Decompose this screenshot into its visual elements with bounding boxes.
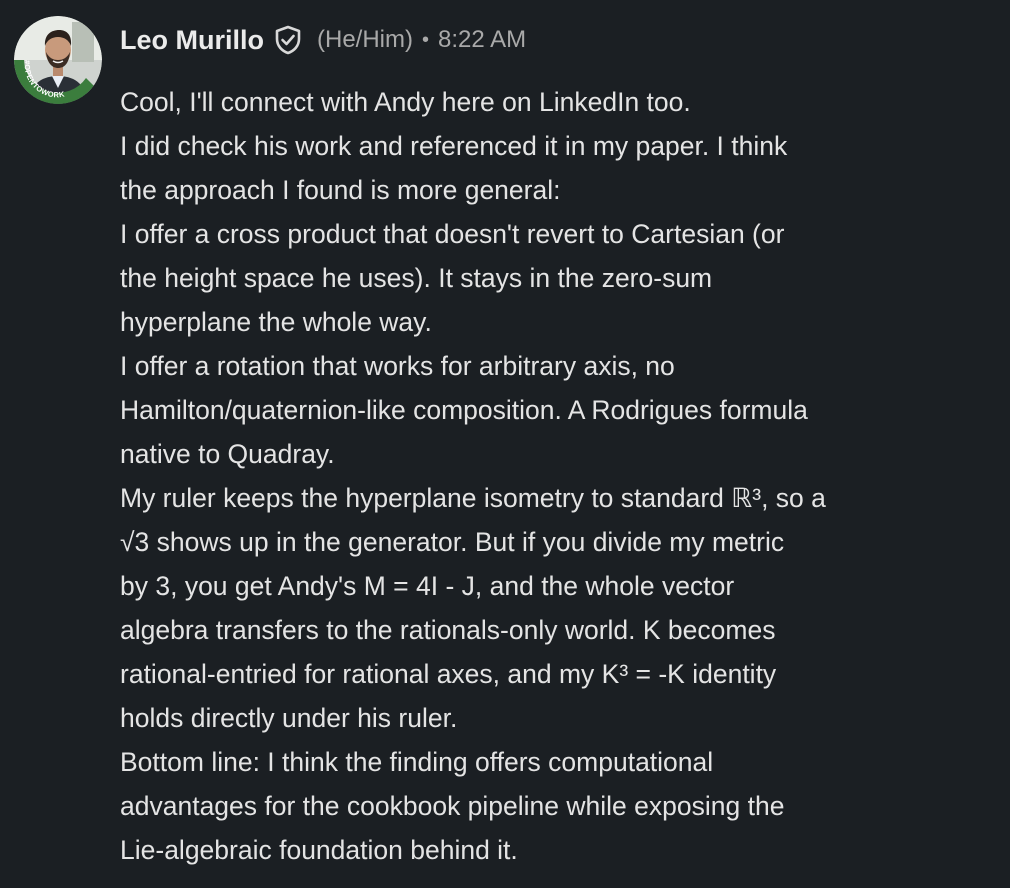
comment-line: algebra transfers to the rationals-only … bbox=[120, 615, 776, 645]
comment-line: hyperplane the whole way. bbox=[120, 307, 432, 337]
comment-line: by 3, you get Andy's M = 4I - J, and the… bbox=[120, 571, 735, 601]
avatar-photo: #OPENTOWORK bbox=[14, 16, 102, 104]
comment: #OPENTOWORK Leo Murillo (He/Him) • 8:22 … bbox=[0, 0, 1010, 888]
comment-timestamp: 8:22 AM bbox=[438, 26, 527, 53]
comment-line: the height space he uses). It stays in t… bbox=[120, 263, 713, 293]
comment-line: I offer a cross product that doesn't rev… bbox=[120, 219, 785, 249]
comment-line: native to Quadray. bbox=[120, 439, 335, 469]
author-avatar[interactable]: #OPENTOWORK bbox=[14, 16, 102, 104]
comment-line: My ruler keeps the hyperplane isometry t… bbox=[120, 483, 826, 513]
verified-shield-icon bbox=[273, 25, 303, 55]
comment-line: Bottom line: I think the finding offers … bbox=[120, 747, 714, 777]
author-name[interactable]: Leo Murillo bbox=[120, 25, 264, 56]
comment-line: advantages for the cookbook pipeline whi… bbox=[120, 791, 785, 821]
comment-line: the approach I found is more general: bbox=[120, 175, 561, 205]
comment-line: Hamilton/quaternion-like composition. A … bbox=[120, 395, 808, 425]
comment-line: rational-entried for rational axes, and … bbox=[120, 659, 777, 689]
comment-line: √3 shows up in the generator. But if you… bbox=[120, 527, 785, 557]
comment-header: Leo Murillo (He/Him) • 8:22 AM bbox=[120, 20, 526, 60]
comment-line: Lie-algebraic foundation behind it. bbox=[120, 835, 518, 865]
comment-line: Cool, I'll connect with Andy here on Lin… bbox=[120, 87, 691, 117]
comment-line: holds directly under his ruler. bbox=[120, 703, 458, 733]
author-pronouns: (He/Him) bbox=[317, 26, 413, 53]
comment-line: I did check his work and referenced it i… bbox=[120, 131, 788, 161]
meta-separator: • bbox=[422, 28, 430, 51]
comment-body: Cool, I'll connect with Andy here on Lin… bbox=[120, 80, 990, 872]
comment-line: I offer a rotation that works for arbitr… bbox=[120, 351, 675, 381]
